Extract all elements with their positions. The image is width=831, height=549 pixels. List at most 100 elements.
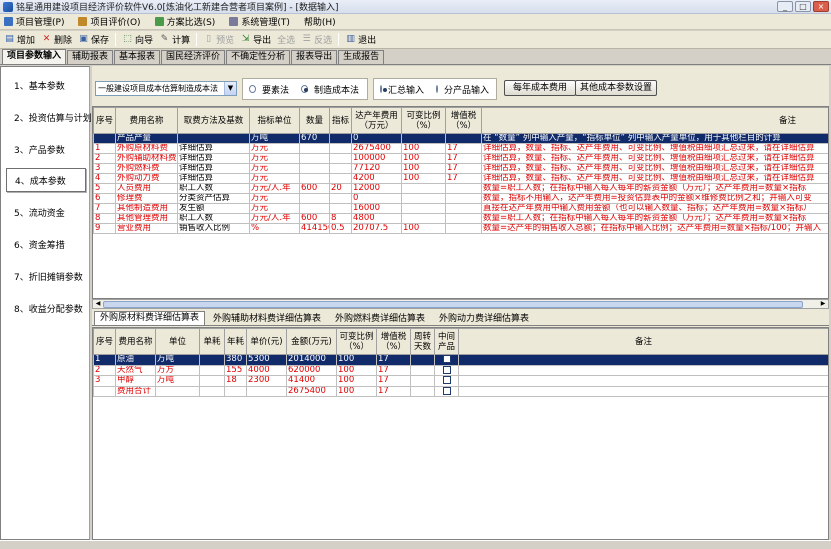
scroll-left-icon[interactable]: ◀ [93,300,103,308]
table-cell[interactable] [329,163,352,174]
table-cell[interactable] [445,203,482,214]
table-cell[interactable] [299,193,330,204]
export-button[interactable]: ⇲ 导出 [240,33,271,46]
table-cell[interactable]: 2014000 [286,354,337,366]
table-cell[interactable]: 0 [351,133,402,144]
table-cell[interactable] [329,173,352,184]
exit-button[interactable]: ▥ 退出 [345,33,376,46]
table-cell[interactable]: 万元 [249,173,300,184]
tab-national-eval[interactable]: 国民经济评价 [161,50,226,64]
sidebar-item-cost-params[interactable]: 4、成本参数 [6,168,86,192]
table-cell[interactable]: 7 [93,203,116,214]
table-cell[interactable]: 20 [329,183,352,194]
table-cell[interactable]: 8 [329,213,352,224]
table-cell[interactable]: 详细估算，数量、指标、达产年费用、可变比例、增值税由细项汇总过来，请在详细估算 [481,173,828,184]
other-cost-settings-button[interactable]: 其他成本参数设置 [575,80,657,96]
table-cell[interactable] [299,173,330,184]
column-header[interactable]: 可变比例（%） [401,107,446,134]
table-cell[interactable] [434,375,459,387]
column-header[interactable]: 年耗 [224,328,247,355]
table-row[interactable]: 4 外购动力费 详细估算 万元 4200 100 17 详细估算，数量、指标、达产年费用、可变… [93,173,828,184]
table-cell[interactable]: 100 [336,375,377,387]
table-cell[interactable] [458,354,828,366]
table-cell[interactable]: 详细估算 [177,143,250,154]
column-header[interactable]: 序号 [93,328,116,355]
table-cell[interactable]: 18 [224,375,247,387]
table-cell[interactable]: 77120 [351,163,402,174]
table-cell[interactable]: 4000 [246,364,287,376]
menu-system[interactable]: 系统管理(T) [229,15,290,28]
table-cell[interactable]: 380 [224,354,247,366]
table-cell[interactable]: 17 [445,153,482,164]
column-header[interactable]: 增值税（%） [376,328,411,355]
table-cell[interactable]: 修理费 [115,193,178,204]
table-cell[interactable]: 2 [93,364,116,376]
table-cell[interactable] [434,364,459,376]
table-cell[interactable] [299,163,330,174]
table-cell[interactable] [199,354,225,366]
table-cell[interactable]: 9 [93,223,116,234]
table-cell[interactable]: 外购辅助材料费 [115,153,178,164]
table-cell[interactable]: 17 [376,354,411,366]
wizard-button[interactable]: ⬚ 向导 [122,33,153,46]
table-cell[interactable]: 销售收入比例 [177,223,250,234]
column-header[interactable]: 费用名称 [115,107,178,134]
table-cell[interactable]: 天然气 [115,364,156,376]
table-cell[interactable] [246,385,287,397]
table-cell[interactable] [299,143,330,154]
table-cell[interactable]: 2675400 [351,143,402,154]
table-cell[interactable]: 万吨 [155,375,200,387]
table-cell[interactable]: 600 [299,183,330,194]
table-cell[interactable]: 万元 [249,203,300,214]
table-cell[interactable]: 详细估算，数量、指标、达产年费用、可变比例、增值税由细项汇总过来，请在详细估算 [481,163,828,174]
horizontal-scrollbar[interactable]: ◀ ▶ [92,299,829,309]
table-cell[interactable]: 职工人数 [177,213,250,224]
column-header[interactable]: 取费方法及基数 [177,107,250,134]
radio-summary-input[interactable] [380,85,387,93]
table-row[interactable]: 产品产量 万吨 670 0 在 “数量” 列中输入产量，“指标单位” 列中输入产量单位，… [93,133,828,144]
sidebar-item-working-capital[interactable]: 5、流动资金 [6,200,86,224]
table-cell[interactable]: 3 [93,375,116,387]
column-header[interactable]: 序号 [93,107,116,134]
radio-element-method[interactable] [249,85,256,93]
table-cell[interactable]: 营业费用 [115,223,178,234]
table-cell[interactable] [329,193,352,204]
table-row[interactable]: 9营业费用销售收入比例%41415000.520707.5100 数量=达产年的销… [93,223,828,234]
intermediate-product-checkbox[interactable] [442,376,451,384]
table-cell[interactable]: 数量，指标不用输入，达产年费用=投资估算表中的金额×维修费比例之和；并输入可变 [481,193,828,204]
table-cell[interactable]: 0.5 [329,223,352,234]
table-cell[interactable] [199,375,225,387]
tab-uncertainty[interactable]: 不确定性分析 [226,50,291,64]
table-cell[interactable]: 100 [401,153,446,164]
table-cell[interactable]: 直接在达产年费用中输入费用金额（也可以输入数量、指标；达产年费用=数量×指标） [481,203,828,214]
table-row[interactable]: 1 外购原材料费 详细估算 万元 2675400 100 17 详细估算，数量、指标、达产年费… [93,143,828,154]
table-cell[interactable] [401,133,446,144]
chevron-down-icon[interactable]: ▼ [224,82,236,95]
table-cell[interactable]: 发生额 [177,203,250,214]
menu-project[interactable]: 项目管理(P) [4,15,64,28]
delete-button[interactable]: ✕ 删除 [41,33,72,46]
table-cell[interactable]: 人员费用 [115,183,178,194]
table-cell[interactable]: 分类资产估算 [177,193,250,204]
table-cell[interactable]: 数量=职工人数；在指标中输入每人每年的薪资金额（万元）；达产年费用=数量×指标 [481,213,828,224]
table-cell[interactable]: 100 [401,143,446,154]
table-cell[interactable]: 其他管理费用 [115,213,178,224]
maximize-icon[interactable]: □ [795,1,811,12]
table-cell[interactable] [401,193,446,204]
table-cell[interactable]: 16000 [351,203,402,214]
table-cell[interactable] [410,375,435,387]
table-cell[interactable] [177,133,250,144]
table-cell[interactable]: 17 [445,163,482,174]
table-row[interactable]: 7 其他制造费用 发生额 万元 16000 直接在达产年费用中输入费用金额（也可以输入数量… [93,203,828,214]
table-cell[interactable]: 甲醇 [115,375,156,387]
table-cell[interactable]: 万元/人.年 [249,213,300,224]
table-cell[interactable] [410,364,435,376]
table-cell[interactable]: 100 [401,173,446,184]
calculate-button[interactable]: ✎ 计算 [159,33,190,46]
column-header[interactable]: 单位 [155,328,200,355]
tab-project-params[interactable]: 项目参数输入 [2,49,67,64]
table-cell[interactable]: 万方 [155,364,200,376]
column-header[interactable]: 备注 [481,107,828,134]
table-cell[interactable]: 2300 [246,375,287,387]
intermediate-product-checkbox[interactable] [442,365,451,374]
